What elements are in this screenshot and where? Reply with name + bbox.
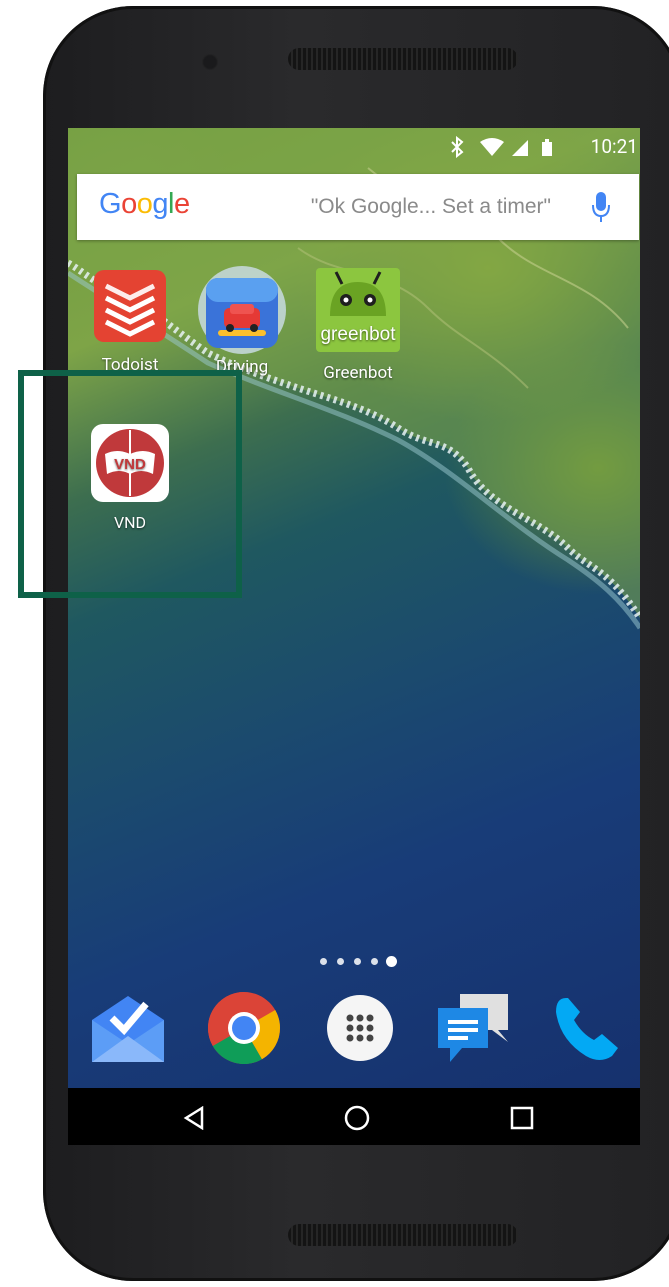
status-time: 10:21 [590, 135, 638, 158]
app-greenbot[interactable]: greenbot Greenbot [308, 268, 408, 383]
home-icon[interactable] [344, 1105, 370, 1131]
signal-icon [512, 140, 528, 156]
greenbot-logo-text: greenbot [320, 324, 396, 345]
bottom-speaker [288, 1224, 518, 1246]
wifi-icon [480, 138, 504, 156]
back-icon[interactable] [182, 1106, 206, 1130]
dock [68, 982, 640, 1078]
battery-icon [542, 139, 552, 156]
page-dot [371, 958, 378, 965]
page-dot-active [386, 956, 397, 967]
google-search-bar[interactable]: Google "Ok Google... Set a timer" [77, 174, 639, 240]
status-icons [451, 136, 552, 158]
phone-icon[interactable] [552, 994, 622, 1064]
driving-icon [198, 266, 286, 354]
page-dot [337, 958, 344, 965]
highlight-box [18, 370, 242, 598]
chrome-icon[interactable] [206, 990, 282, 1066]
app-label-greenbot: Greenbot [323, 363, 393, 383]
app-drawer-icon[interactable] [324, 992, 396, 1064]
home-screen: 10:21 Google "Ok Google... Set a timer" … [68, 128, 640, 1145]
top-speaker [288, 48, 518, 70]
app-driving[interactable]: Driving [194, 264, 290, 377]
status-bar: 10:21 [68, 128, 640, 164]
recents-icon[interactable] [510, 1106, 534, 1130]
search-hint: "Ok Google... Set a timer" [310, 195, 551, 218]
navigation-bar [68, 1088, 640, 1145]
greenbot-icon: greenbot [316, 268, 400, 352]
front-camera [202, 54, 218, 70]
page-dot [320, 958, 327, 965]
google-logo: Google [99, 188, 190, 220]
inbox-icon[interactable] [90, 992, 166, 1064]
mic-icon[interactable] [591, 191, 611, 225]
bluetooth-icon [451, 136, 464, 158]
todoist-icon [94, 270, 166, 342]
messenger-icon[interactable] [436, 990, 512, 1064]
page-dot [354, 958, 361, 965]
app-todoist[interactable]: Todoist [82, 268, 178, 375]
